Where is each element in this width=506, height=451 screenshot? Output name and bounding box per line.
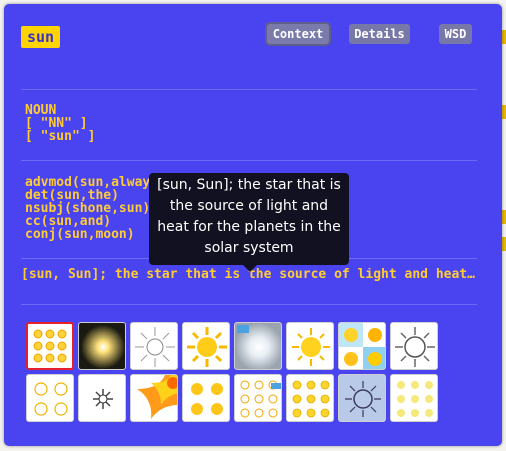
sun-cartoon-yellow-2-image (292, 328, 330, 366)
sun-glow-dark-image (79, 323, 125, 369)
image-thumbnail[interactable] (338, 322, 386, 370)
sun-icons-collage-image (339, 323, 385, 369)
tab-wsd[interactable]: WSD (439, 24, 472, 44)
pos-tag: [ "sun" ] (25, 129, 96, 144)
sun-icons-mixed-image (292, 380, 330, 418)
image-thumbnail[interactable] (390, 322, 438, 370)
image-thumbnail[interactable] (26, 374, 74, 422)
sun-outline-blue-image (339, 375, 385, 421)
image-thumbnail[interactable] (26, 322, 74, 370)
sun-flame-orange-image (137, 375, 177, 419)
sun-icons-outline-image (34, 382, 68, 416)
dependency-item: conj(sun,moon) (25, 227, 135, 242)
image-thumbnail[interactable] (130, 374, 178, 422)
sun-rays-sketch-image (135, 327, 175, 367)
image-thumbnail[interactable] (78, 322, 126, 370)
image-thumbnail[interactable] (286, 322, 334, 370)
gloss-tooltip: [sun, Sun]; the star that is the source … (149, 173, 349, 265)
word-badge: sun (21, 26, 61, 48)
image-thumbnail[interactable] (78, 374, 126, 422)
sun-flare-photo-image (235, 323, 281, 369)
sun-rays-outline-image (395, 327, 435, 367)
image-thumbnail[interactable] (182, 322, 230, 370)
image-thumbnail[interactable] (182, 374, 230, 422)
sun-icons-pale-image (397, 381, 433, 417)
tab-details[interactable]: Details (349, 24, 410, 44)
image-thumbnail[interactable] (338, 374, 386, 422)
sun-icons-doodle-image (240, 380, 281, 418)
sun-cartoon-yellow-image (187, 327, 227, 367)
image-thumbnail[interactable] (390, 374, 438, 422)
image-thumbnail[interactable] (130, 322, 178, 370)
image-thumbnail[interactable] (286, 374, 334, 422)
tab-context[interactable]: Context (267, 24, 329, 44)
image-thumbnail[interactable] (234, 322, 282, 370)
divider (21, 89, 477, 90)
sun-icons-grid-image (33, 329, 67, 363)
sun-icons-set-image (191, 383, 223, 415)
sun-starburst-gray-image (93, 389, 113, 409)
image-thumbnail[interactable] (234, 374, 282, 422)
divider (21, 160, 477, 161)
tooltip-arrow (243, 265, 257, 272)
divider (21, 304, 477, 305)
